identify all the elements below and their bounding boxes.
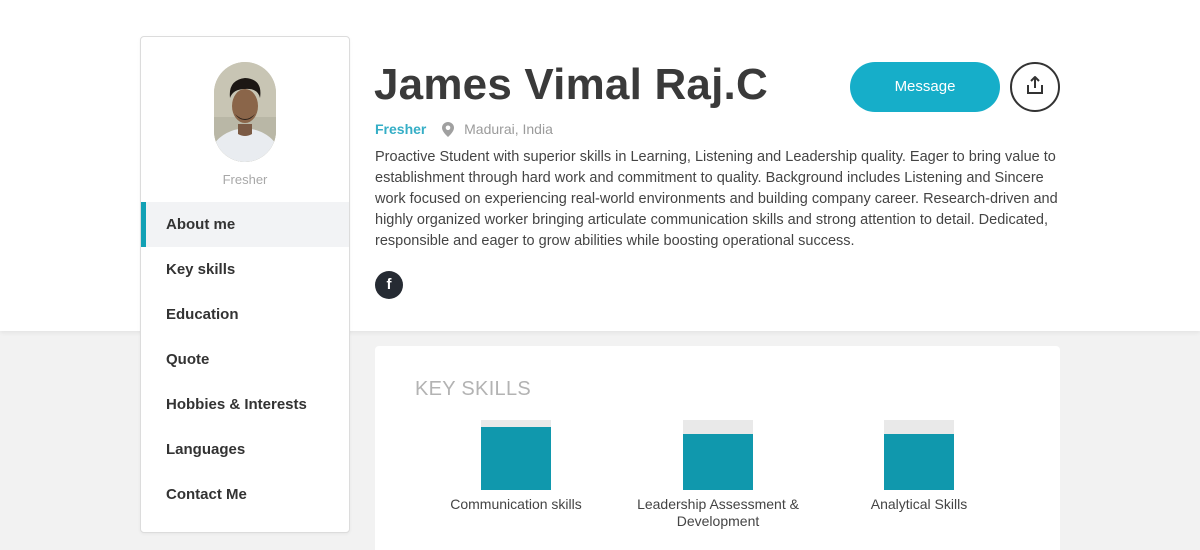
skill-meter [683,420,753,490]
skill-meter-fill [884,434,954,490]
profile-meta: Fresher Madurai, India [375,121,553,140]
facebook-icon[interactable]: f [375,271,403,299]
skill-item: Communication skills [416,420,616,513]
sidebar-item-education[interactable]: Education [141,292,349,337]
message-button[interactable]: Message [850,62,1000,112]
sidebar-item-languages[interactable]: Languages [141,427,349,472]
share-upload-icon [1025,75,1045,100]
skill-meter [481,420,551,490]
skill-meter [884,420,954,490]
avatar [214,62,276,162]
skill-meter-fill [481,427,551,490]
share-button[interactable] [1010,62,1060,112]
location-text: Madurai, India [464,121,553,137]
sidebar-nav: About me Key skills Education Quote Hobb… [141,202,349,517]
skill-item: Analytical Skills [819,420,1019,513]
skill-label: Analytical Skills [870,496,968,512]
about-summary: Proactive Student with superior skills i… [375,149,1058,249]
sidebar-item-about-me[interactable]: About me [141,202,349,247]
skill-label: Communication skills [450,496,582,512]
sidebar-subtitle: Fresher [222,172,268,187]
key-skills-title: KEY SKILLS [415,378,532,400]
location-pin-icon [442,122,455,140]
skill-meter-fill [683,434,753,490]
sidebar-item-key-skills[interactable]: Key skills [141,247,349,292]
skill-label: Leadership Assessment & Development [637,496,799,529]
skill-item: Leadership Assessment & Development [618,420,818,530]
sidebar-item-quote[interactable]: Quote [141,337,349,382]
profile-sidebar: Fresher About me Key skills Education Qu… [140,36,350,533]
sidebar-item-contact-me[interactable]: Contact Me [141,472,349,517]
profile-name: James Vimal Raj.C [374,60,768,109]
status-badge: Fresher [375,121,427,137]
key-skills-card: KEY SKILLS Communication skills Leadersh… [375,346,1060,550]
sidebar-item-hobbies-interests[interactable]: Hobbies & Interests [141,382,349,427]
